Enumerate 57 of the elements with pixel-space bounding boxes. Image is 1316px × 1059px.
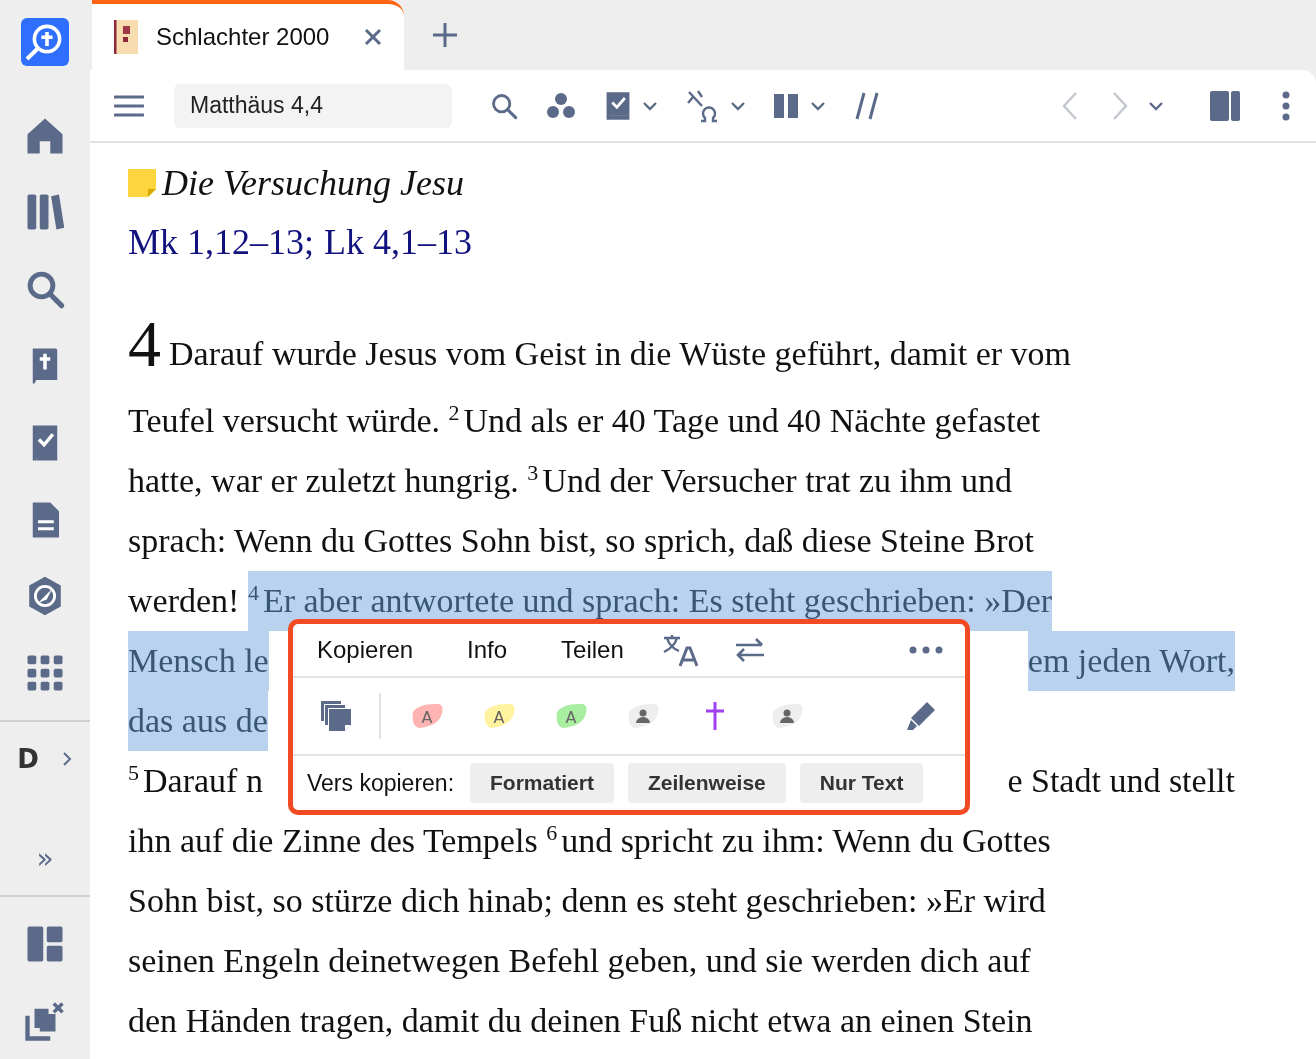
verse-text: werden! <box>128 581 241 621</box>
expand-button[interactable]: » <box>36 845 54 874</box>
document-tab[interactable]: Schlachter 2000 <box>92 0 404 70</box>
verse-text: $^{5}$ Darauf n <box>128 759 263 801</box>
columns-icon[interactable] <box>774 92 800 119</box>
menu-icon[interactable] <box>114 93 144 118</box>
verse-text: Darauf wurde Jesus vom Geist in die Wüste geführt, damit er vom <box>169 335 1072 373</box>
copy-button[interactable]: Formatiert <box>470 763 614 803</box>
verse-text: hatte, war er zuletzt hungrig. <box>128 461 520 501</box>
chevron-down-icon[interactable] <box>810 100 826 111</box>
verse-text: sprach: Wenn du Gottes Sohn bist, so sprich, daß diese Steine Brot <box>128 521 1035 561</box>
profile-letter[interactable]: D <box>17 744 39 775</box>
search-icon[interactable] <box>490 91 518 120</box>
reference-link[interactable]: Mk 1,12–13 <box>128 222 304 262</box>
menu-action[interactable]: Teilen <box>561 636 624 664</box>
pen-icon[interactable] <box>905 700 937 732</box>
verse-text: den Händen tragen, damit du deinen Fuß nicht etwa an einen Stein <box>128 1001 1033 1041</box>
hebrew-greek-icon[interactable] <box>686 88 720 123</box>
chapter-number: 4 <box>128 313 161 373</box>
menu-action[interactable]: Info <box>467 636 508 664</box>
book-cover-icon <box>114 20 138 54</box>
separator: ; <box>304 222 315 262</box>
verse-text: $^{3}$ Und der Versucher trat zu ihm und <box>527 459 1012 501</box>
more-icon[interactable] <box>1282 90 1290 121</box>
verse-text: Mensch le <box>128 631 269 691</box>
verse-text: e Stadt und stellt <box>1007 761 1235 801</box>
menu-action[interactable]: Kopieren <box>317 636 414 664</box>
reference-field[interactable]: Matthäus 4,4 <box>174 83 452 128</box>
split-view-icon[interactable] <box>1210 90 1240 121</box>
dots-cluster-icon[interactable] <box>546 91 576 120</box>
chevron-down-icon[interactable] <box>642 100 658 111</box>
plus-icon[interactable] <box>432 22 458 48</box>
swap-icon[interactable] <box>733 637 766 663</box>
copy-icon[interactable] <box>321 701 351 731</box>
chevron-right-icon[interactable] <box>60 751 73 768</box>
chevron-down-icon[interactable] <box>730 100 746 111</box>
section-heading: Die Versuchung Jesu <box>162 162 464 204</box>
verse-text: em jeden Wort, <box>1027 631 1235 691</box>
close-icon[interactable] <box>363 27 384 47</box>
reference-link[interactable]: Lk 4,1–13 <box>324 222 473 262</box>
checklist-book-icon[interactable] <box>604 89 632 122</box>
copy-label: Vers kopieren: <box>307 769 455 797</box>
verse-text: das aus de <box>128 691 268 751</box>
parallel-icon[interactable] <box>854 90 880 121</box>
copy-button[interactable]: Zeilenweise <box>627 763 786 803</box>
verse-text: Sohn bist, so stürze dich hinab; denn es steht geschrieben: »Er wird <box>128 881 1046 921</box>
verse-text: Teufel versucht würde. <box>128 401 441 441</box>
verse-text: $^{2}$ Und als er 40 Tage und 40 Nächte gefastet <box>448 399 1041 441</box>
logo-icon[interactable] <box>21 18 69 66</box>
more-icon[interactable] <box>909 646 943 654</box>
verse-text: ihn auf die Zinne des Tempels <box>128 821 539 861</box>
verse-text: seinen Engeln deinetwegen Befehl geben, und sie werden dich auf <box>128 941 1031 981</box>
close-windows-icon[interactable] <box>24 999 66 1042</box>
translate-icon[interactable] <box>661 633 698 667</box>
chevron-down-icon[interactable] <box>1148 100 1164 111</box>
verse-text: $^{6}$und spricht zu ihm: Wenn du Gottes <box>546 819 1051 861</box>
copy-button[interactable]: Nur Text <box>799 763 924 803</box>
